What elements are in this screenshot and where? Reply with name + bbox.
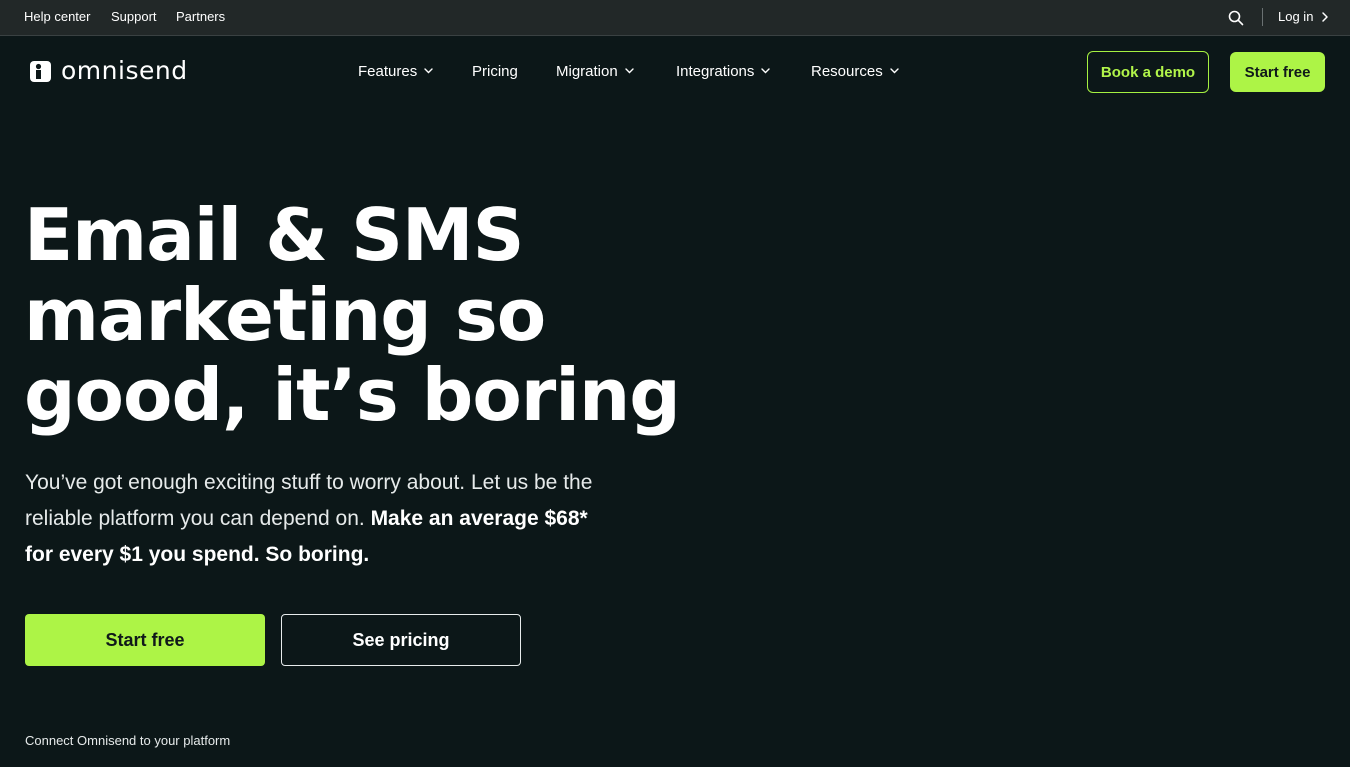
see-pricing-button[interactable]: See pricing xyxy=(281,614,521,666)
omnisend-logo[interactable]: omnisend xyxy=(30,57,188,85)
hero-title-line-3: good, it’s boring xyxy=(24,353,681,437)
logo-wordmark: omnisend xyxy=(61,56,188,85)
partners-link[interactable]: Partners xyxy=(176,9,225,24)
omnisend-logo-icon xyxy=(30,60,51,82)
hero-subtitle: You’ve got enough exciting stuff to worr… xyxy=(25,465,605,573)
nav-features[interactable]: Features xyxy=(358,61,433,81)
connect-platform-text: Connect Omnisend to your platform xyxy=(25,733,231,748)
login-link[interactable]: Log in xyxy=(1278,9,1313,24)
search-icon[interactable] xyxy=(1228,10,1244,26)
nav-pricing[interactable]: Pricing xyxy=(472,61,518,81)
nav-features-label: Features xyxy=(358,62,418,80)
hero-title-line-1: Email & SMS xyxy=(24,193,524,277)
chevron-down-icon xyxy=(625,68,634,74)
hero-title: Email & SMS marketing so good, it’s bori… xyxy=(24,195,724,435)
nav-resources[interactable]: Resources xyxy=(811,61,899,81)
nav-pricing-label: Pricing xyxy=(472,62,518,80)
chevron-down-icon xyxy=(761,68,771,74)
chevron-right-icon xyxy=(1322,12,1328,22)
start-free-header-button[interactable]: Start free xyxy=(1230,52,1325,92)
start-free-hero-button[interactable]: Start free xyxy=(25,614,265,666)
utility-bar: Help center Support Partners Log in xyxy=(0,0,1350,36)
support-link[interactable]: Support xyxy=(111,9,157,24)
help-center-link[interactable]: Help center xyxy=(24,9,90,24)
nav-integrations-label: Integrations xyxy=(676,62,755,80)
topbar-divider xyxy=(1262,8,1263,26)
nav-resources-label: Resources xyxy=(811,62,883,80)
nav-integrations[interactable]: Integrations xyxy=(676,61,771,81)
book-demo-button[interactable]: Book a demo xyxy=(1087,51,1209,93)
hero-title-line-2: marketing so xyxy=(24,273,546,357)
nav-migration[interactable]: Migration xyxy=(556,61,634,81)
chevron-down-icon xyxy=(424,68,433,74)
nav-migration-label: Migration xyxy=(556,62,618,80)
chevron-down-icon xyxy=(890,68,899,74)
